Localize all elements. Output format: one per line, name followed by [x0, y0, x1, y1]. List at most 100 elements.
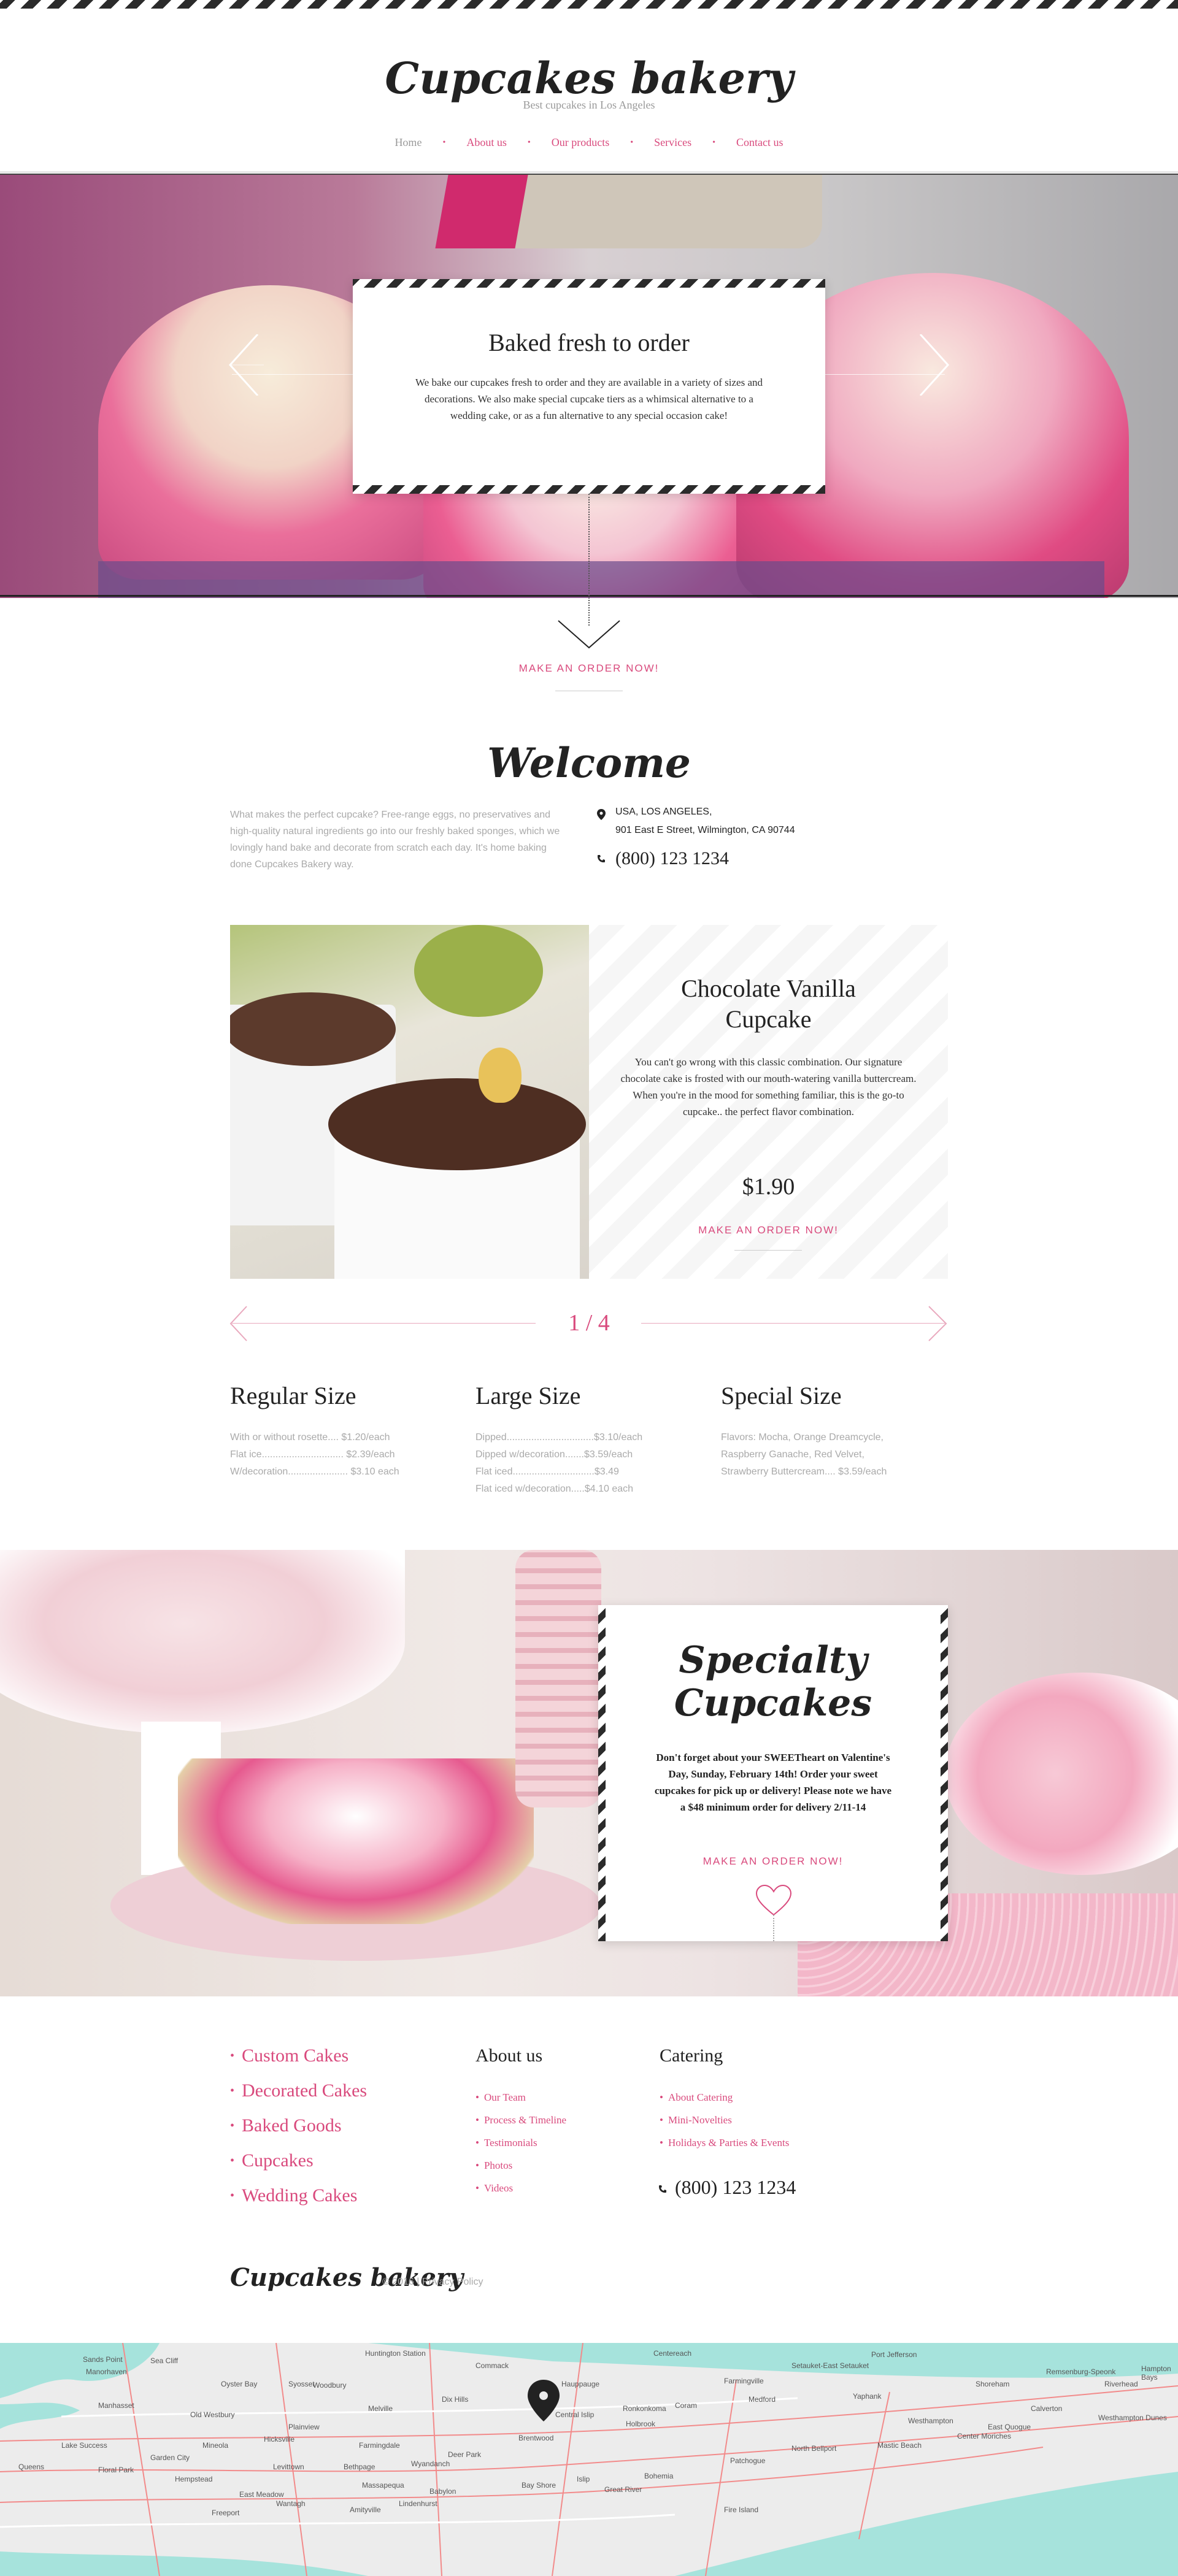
- footer-link-decorated-cakes[interactable]: Decorated Cakes: [230, 2080, 367, 2101]
- hero-title: Baked fresh to order: [488, 329, 690, 356]
- macaron-bowl-image: [0, 1550, 405, 1734]
- footer-link-photos[interactable]: Photos: [475, 2160, 566, 2172]
- map-label: Mineola: [202, 2441, 229, 2450]
- price-row: Dipped w/decoration.......$3.59/each: [475, 1449, 633, 1460]
- ribbon-image: [435, 175, 528, 248]
- map-label: Manhasset: [98, 2401, 134, 2410]
- product-prev-button[interactable]: [228, 1305, 253, 1342]
- footer-link-holidays-events[interactable]: Holidays & Parties & Events: [660, 2137, 789, 2149]
- location-map[interactable]: Sands Point Manorhaven Sea Cliff Hunting…: [0, 2343, 1178, 2576]
- price-row: With or without rosette.... $1.20/each: [230, 1432, 390, 1443]
- product-price: $1.90: [742, 1174, 795, 1200]
- welcome-title: Welcome: [487, 739, 691, 787]
- nav-contact-us[interactable]: Contact us: [715, 136, 804, 150]
- map-label: Bay Shore: [522, 2481, 556, 2490]
- map-label: Hempstead: [175, 2475, 213, 2483]
- footer-catering-list: About Catering Mini-Novelties Holidays &…: [660, 2091, 789, 2160]
- price-row: W/decoration...................... $3.10…: [230, 1466, 399, 1477]
- chevron-left-icon: [228, 333, 393, 397]
- regular-size-title: Regular Size: [230, 1382, 356, 1409]
- cookies-image: [945, 1673, 1178, 1875]
- nav-about-us[interactable]: About us: [445, 136, 528, 150]
- nav-services[interactable]: Services: [633, 136, 712, 150]
- map-label: East Quogue: [988, 2423, 1031, 2431]
- map-label: Garden City: [150, 2453, 190, 2462]
- nav-our-products[interactable]: Our products: [531, 136, 630, 150]
- pear-image: [479, 1048, 522, 1103]
- footer-link-process-timeline[interactable]: Process & Timeline: [475, 2114, 566, 2126]
- pear-image-back: [414, 925, 543, 1017]
- vase-image: [515, 1550, 601, 1807]
- footer-link-our-team[interactable]: Our Team: [475, 2091, 566, 2104]
- map-label: Plainview: [288, 2423, 320, 2431]
- souffle-top-back: [230, 992, 396, 1066]
- map-label: Hauppauge: [561, 2380, 600, 2388]
- map-label: Hicksville: [264, 2435, 295, 2444]
- specialty-order-button[interactable]: MAKE AN ORDER NOW!: [598, 1855, 948, 1868]
- special-size-title: Special Size: [721, 1382, 842, 1409]
- price-row: Flat ice.............................. $…: [230, 1449, 395, 1460]
- footer-link-baked-goods[interactable]: Baked Goods: [230, 2115, 367, 2136]
- footer-link-cupcakes[interactable]: Cupcakes: [230, 2150, 367, 2171]
- map-label: Islip: [577, 2475, 590, 2483]
- map-label: Yaphank: [853, 2392, 882, 2401]
- map-label: Mastic Beach: [877, 2441, 922, 2450]
- map-label: Farmingville: [724, 2377, 764, 2385]
- map-label: Woodbury: [313, 2381, 347, 2390]
- phone-icon: [598, 855, 605, 862]
- footer-link-wedding-cakes[interactable]: Wedding Cakes: [230, 2185, 367, 2206]
- map-label: East Meadow: [239, 2490, 284, 2499]
- hero-next-button[interactable]: [914, 333, 951, 397]
- footer-link-mini-novelties[interactable]: Mini-Novelties: [660, 2114, 789, 2126]
- map-label: Lake Success: [61, 2441, 107, 2450]
- address-line-2: 901 East E Street, Wilmington, CA 90744: [615, 825, 795, 835]
- map-label: Riverhead: [1104, 2380, 1138, 2388]
- large-size-title: Large Size: [475, 1382, 581, 1409]
- privacy-policy-link[interactable]: Privacy Policy: [422, 2277, 483, 2287]
- phone-icon: [659, 2185, 666, 2193]
- footer-about-list: Our Team Process & Timeline Testimonials…: [475, 2091, 566, 2205]
- map-label: Calverton: [1031, 2404, 1063, 2413]
- specialty-banner-image: [0, 1550, 1178, 1996]
- hero-order-button[interactable]: MAKE AN ORDER NOW!: [0, 662, 1178, 675]
- map-label: Dix Hills: [442, 2395, 469, 2404]
- heart-connector-line: [773, 1915, 774, 1941]
- map-label: Sea Cliff: [150, 2356, 179, 2365]
- product-next-button[interactable]: [925, 1305, 950, 1342]
- chevron-right-icon: [919, 333, 950, 397]
- welcome-phone[interactable]: (800) 123 1234: [615, 848, 729, 869]
- map-label: Medford: [749, 2395, 776, 2404]
- footer-link-about-catering[interactable]: About Catering: [660, 2091, 789, 2104]
- address-line-1: USA, LOS ANGELES,: [615, 807, 712, 817]
- product-cta-underline: [734, 1250, 802, 1251]
- hero-prev-button[interactable]: [227, 333, 393, 397]
- footer-products-list: Custom Cakes Decorated Cakes Baked Goods…: [230, 2045, 367, 2220]
- nav-home[interactable]: Home: [374, 136, 442, 150]
- map-label: Centereach: [653, 2349, 692, 2358]
- product-image: [230, 925, 589, 1279]
- brand-logo[interactable]: Cupcakes bakery: [0, 53, 1178, 104]
- map-label: Babylon: [429, 2487, 456, 2496]
- map-label: Huntington Station: [365, 2349, 426, 2358]
- map-label: Lindenhurst: [399, 2499, 437, 2508]
- map-label: Hampton Bays: [1141, 2364, 1171, 2382]
- eat-me-tag-image: [491, 175, 822, 248]
- product-panel: Chocolate Vanilla Cupcake You can't go w…: [589, 925, 948, 1279]
- map-label: Massapequa: [362, 2481, 404, 2490]
- map-label: Port Jefferson: [871, 2350, 917, 2359]
- map-labels: Sands Point Manorhaven Sea Cliff Hunting…: [0, 2343, 1178, 2576]
- footer-link-videos[interactable]: Videos: [475, 2182, 566, 2195]
- map-label: Central Islip: [555, 2410, 595, 2419]
- specialty-title-line1: Specialty: [679, 1639, 868, 1682]
- price-row: Flat iced w/decoration.....$4.10 each: [475, 1484, 634, 1494]
- footer-phone[interactable]: (800) 123 1234: [675, 2176, 796, 2199]
- footer-link-testimonials[interactable]: Testimonials: [475, 2137, 566, 2149]
- hero-card: Baked fresh to order We bake our cupcake…: [353, 279, 825, 494]
- product-order-button[interactable]: MAKE AN ORDER NOW!: [589, 1224, 948, 1236]
- specialty-title-line2: Cupcakes: [674, 1682, 872, 1725]
- map-label: Brentwood: [518, 2434, 554, 2442]
- footer-link-custom-cakes[interactable]: Custom Cakes: [230, 2045, 367, 2066]
- product-title-line2: Cupcake: [725, 1005, 812, 1033]
- map-label: Wantagh: [276, 2499, 306, 2508]
- chevron-down-icon[interactable]: [557, 619, 621, 650]
